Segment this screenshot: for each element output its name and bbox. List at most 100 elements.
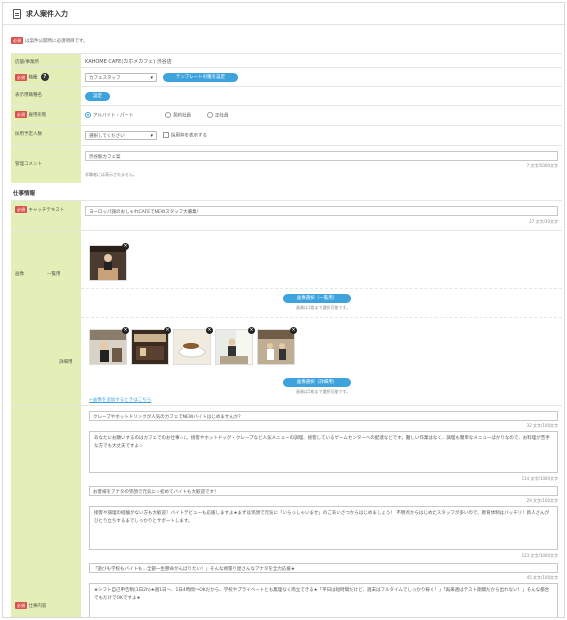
char-counter: 114 文字/1000文字	[521, 476, 558, 481]
divider	[81, 288, 562, 289]
radio-unchecked-icon	[207, 112, 213, 118]
admin-comment-input[interactable]: 渋谷駅カフェ案	[85, 151, 558, 161]
cafe-photo-image	[132, 330, 168, 364]
remove-image-icon[interactable]: ×	[206, 327, 213, 334]
image-list-label: 一覧用	[47, 272, 61, 277]
document-icon	[13, 9, 21, 19]
image-label: 画像	[15, 272, 24, 277]
remove-image-icon[interactable]: ×	[122, 327, 129, 334]
radio-contract[interactable]: 契約社員	[165, 112, 191, 119]
catch-label-cell: 必須 キャッチテキスト	[11, 201, 81, 230]
show-hires-checkbox[interactable]: 採用枠を表示する	[163, 132, 207, 139]
remove-image-icon[interactable]: ×	[164, 327, 171, 334]
required-notice: 必須 は案件公開時に必須項目です。	[11, 37, 88, 44]
select-detail-image-hint: 画像は5枚まで選択可能です。	[296, 389, 351, 394]
job-type-row: 必須 職種 ? カフェスタッフ ▾ テンプレートの雛を設定	[11, 67, 562, 86]
select-list-image-hint: 画像は1枚まで選択可能です。	[296, 305, 351, 310]
required-badge: 必須	[15, 73, 27, 81]
employment-label-cell: 必須 雇用形態	[11, 106, 81, 125]
cafe-photo-image	[216, 330, 252, 364]
job-type-select[interactable]: カフェスタッフ ▾	[85, 73, 157, 82]
detail-image-thumb[interactable]: ×	[89, 327, 129, 365]
store-row: 店舗/事業所 KAHOME CAFE(カホメカフェ) 渋谷店	[11, 53, 562, 67]
job-type-select-value: カフェスタッフ	[89, 76, 121, 81]
store-value: KAHOME CAFE(カホメカフェ) 渋谷店	[85, 59, 172, 65]
job-content-label-cell: 必須 仕事内容	[11, 406, 81, 617]
job-content-label: 仕事内容	[28, 604, 47, 609]
divider	[81, 317, 562, 318]
detail-image-thumb[interactable]: ×	[257, 327, 297, 365]
remove-image-icon[interactable]: ×	[290, 327, 297, 334]
page-header: 求人案件入力	[3, 3, 564, 25]
job-type-label-cell: 必須 職種 ?	[11, 68, 81, 86]
cafe-photo-image	[90, 246, 126, 280]
select-detail-image-button[interactable]: 画像選択（詳細用）	[283, 378, 351, 387]
detail-image-thumb[interactable]: ×	[215, 327, 255, 365]
job-content-body-textarea[interactable]: ★シフト自己申告制(1日2h)★週1日～、1日4時間～OKだから、学校やプライベ…	[89, 583, 558, 617]
checkbox-icon	[163, 132, 169, 138]
char-counter: 29 文字/100文字	[526, 498, 558, 503]
job-content-title-input[interactable]: お客様をアナタの笑顔で元気に☆初めてバイトも大歓迎です！	[89, 486, 558, 496]
admin-comment-row: 管理コメント 渋谷駅カフェ案 7 文字/5000文字 求職者には表示されません。	[11, 145, 562, 183]
radio-part-time[interactable]: アルバイト・パート	[85, 112, 133, 119]
detail-image-thumb[interactable]: ×	[131, 327, 171, 365]
set-button[interactable]: 設定	[85, 92, 110, 101]
page-title: 求人案件入力	[26, 10, 68, 18]
job-content-body-textarea[interactable]: あなたにお願いするのはカフェでのお仕事☆♪。接客やホットドッグ・クレープなど人気…	[89, 431, 558, 473]
radio-label: 契約社員	[173, 113, 191, 119]
required-badge: 必須	[15, 111, 27, 118]
chevron-down-icon: ▾	[150, 133, 153, 139]
required-notice-text: は案件公開時に必須項目です。	[25, 39, 88, 44]
hires-row: 採用予定人数 選択してください ▾ 採用枠を表示する	[11, 125, 562, 145]
chevron-down-icon: ▾	[150, 75, 153, 81]
char-counter: 7 文字/5000文字	[526, 163, 558, 168]
radio-label: 正社員	[215, 113, 229, 119]
coffee-cup-image	[174, 330, 210, 364]
hires-select[interactable]: 選択してください ▾	[85, 131, 157, 140]
list-image-thumb[interactable]: ×	[89, 243, 129, 281]
employment-row: 必須 雇用形態 アルバイト・パート 契約社員 正社員	[11, 105, 562, 125]
catch-input[interactable]: ヨーロッパ調のおしゃれCAFEでNEWスタッフ大募集！	[85, 206, 558, 216]
job-content-row: 必須 仕事内容 クレープやホットドリンクが人気のカフェでNEWバイトはじめません…	[11, 405, 562, 617]
template-button[interactable]: テンプレートの雛を設定	[163, 73, 238, 82]
hires-select-value: 選択してください	[89, 134, 125, 139]
job-content-body-textarea[interactable]: 接客や調理の経験がない方も大歓迎！バイトデビューも応援しますよ★まずは笑顔で元気…	[89, 506, 558, 550]
store-label: 店舗/事業所	[11, 54, 81, 67]
char-counter: 123 文字/1000文字	[521, 553, 558, 558]
checkbox-label: 採用枠を表示する	[171, 133, 207, 139]
cafe-photo-image	[258, 330, 294, 364]
help-icon[interactable]: ?	[40, 73, 49, 81]
image-detail-label: 詳細用	[59, 360, 73, 365]
job-content-title-input[interactable]: 「遊びも学校もバイトも…全部一生懸命がんばりたい！」そんな頑張り屋さんなアナタを…	[89, 563, 558, 573]
catch-row: 必須 キャッチテキスト ヨーロッパ調のおしゃれCAFEでNEWスタッフ大募集！ …	[11, 200, 562, 230]
remove-image-icon[interactable]: ×	[248, 327, 255, 334]
display-job-name-label: 表示用職種名	[11, 87, 81, 105]
hires-label: 採用予定人数	[11, 126, 81, 145]
employment-label: 雇用形態	[28, 113, 47, 118]
cafe-photo-image	[90, 330, 126, 364]
job-type-label: 職種	[28, 75, 38, 81]
job-content-title-input[interactable]: クレープやホットドリンクが人気のカフェでNEWバイトはじめませんか？	[89, 411, 558, 421]
admin-comment-hint: 求職者には表示されません。	[85, 172, 137, 177]
catch-label: キャッチテキスト	[28, 208, 65, 213]
detail-image-thumb[interactable]: ×	[173, 327, 213, 365]
required-badge: 必須	[15, 206, 27, 213]
job-content-label-wrap: 必須 仕事内容	[15, 602, 46, 609]
select-list-image-button[interactable]: 画像選択（一覧用）	[283, 294, 351, 303]
admin-comment-label: 管理コメント	[11, 146, 81, 183]
section-heading-job-info: 仕事情報	[13, 191, 36, 197]
required-badge: 必須	[15, 602, 27, 609]
radio-checked-icon	[85, 112, 91, 118]
add-image-link[interactable]: +画像を追加するときはこちら	[89, 397, 151, 403]
image-label-cell: 画像 一覧用 詳細用	[11, 231, 81, 405]
remove-image-icon[interactable]: ×	[122, 243, 129, 250]
char-counter: 45 文字/100文字	[526, 575, 558, 580]
image-row: 画像 一覧用 詳細用 × 画像選択（一覧用） 画像は1枚まで選択可能です。 × …	[11, 230, 562, 405]
radio-full-time[interactable]: 正社員	[207, 112, 229, 119]
required-badge: 必須	[11, 37, 23, 44]
display-job-name-row: 表示用職種名 設定	[11, 86, 562, 105]
radio-unchecked-icon	[165, 112, 171, 118]
char-counter: 27 文字/30文字	[529, 219, 558, 224]
char-counter: 32 文字/100文字	[526, 423, 558, 428]
radio-label: アルバイト・パート	[93, 113, 134, 119]
